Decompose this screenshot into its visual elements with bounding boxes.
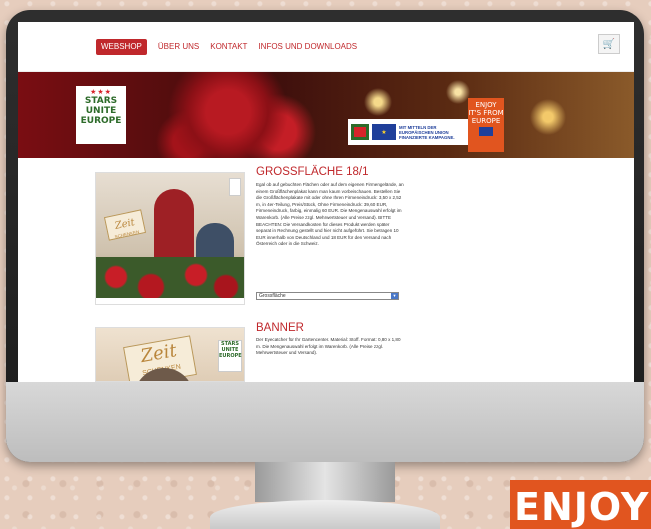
star-icon: ★★★ xyxy=(90,88,112,96)
product-title[interactable]: BANNER xyxy=(256,322,304,334)
enjoy-europe-badge: ENJOY IT'S FROM EUROPE xyxy=(468,98,504,152)
nav-infos-downloads[interactable]: INFOS UND DOWNLOADS xyxy=(258,39,357,55)
product-image-grossflaeche[interactable]: Zeit SCHENKEN xyxy=(95,172,245,305)
browser-screen: WEBSHOP ÜBER UNS KONTAKT INFOS UND DOWNL… xyxy=(18,22,634,382)
product-variant-select[interactable]: Grossfläche ▼ xyxy=(256,292,399,300)
monitor-stand xyxy=(255,462,395,502)
cart-icon: 🛒 xyxy=(602,38,616,50)
product-image-banner[interactable]: Zeit SCHENKEN STARS UNITE EUROPE xyxy=(95,327,245,382)
stars-unite-europe-logo: ★★★ STARS UNITE EUROPE xyxy=(76,86,126,144)
product-title[interactable]: GROSSFLÄCHE 18/1 xyxy=(256,166,368,178)
campaign-mini-logo xyxy=(351,124,369,140)
stars-unite-europe-logo: STARS UNITE EUROPE xyxy=(218,340,242,372)
nav-kontakt[interactable]: KONTAKT xyxy=(210,39,247,55)
poster-logo xyxy=(229,178,241,196)
monitor-base xyxy=(210,500,440,529)
nav-webshop[interactable]: WEBSHOP xyxy=(96,38,147,55)
enjoy-sign: ENJOY xyxy=(510,480,651,529)
chevron-down-icon: ▼ xyxy=(391,293,398,299)
main-nav: WEBSHOP ÜBER UNS KONTAKT INFOS UND DOWNL… xyxy=(18,22,634,72)
gift-tag: Zeit SCHENKEN xyxy=(103,209,147,241)
cart-button[interactable]: 🛒 xyxy=(598,34,620,54)
product-description: Der Eyecatcher für Ihr Gartencenter. Mat… xyxy=(256,337,401,356)
product-description: Egal ob auf gebuchten Flächen oder auf d… xyxy=(256,182,404,247)
monitor-chin xyxy=(6,382,644,462)
eu-flag-icon xyxy=(479,127,493,136)
nav-ueber-uns[interactable]: ÜBER UNS xyxy=(158,39,199,55)
hero-banner: ★★★ STARS UNITE EUROPE ★ MIT MITTELN DER… xyxy=(18,72,634,158)
eu-flag-icon: ★ xyxy=(372,124,396,140)
